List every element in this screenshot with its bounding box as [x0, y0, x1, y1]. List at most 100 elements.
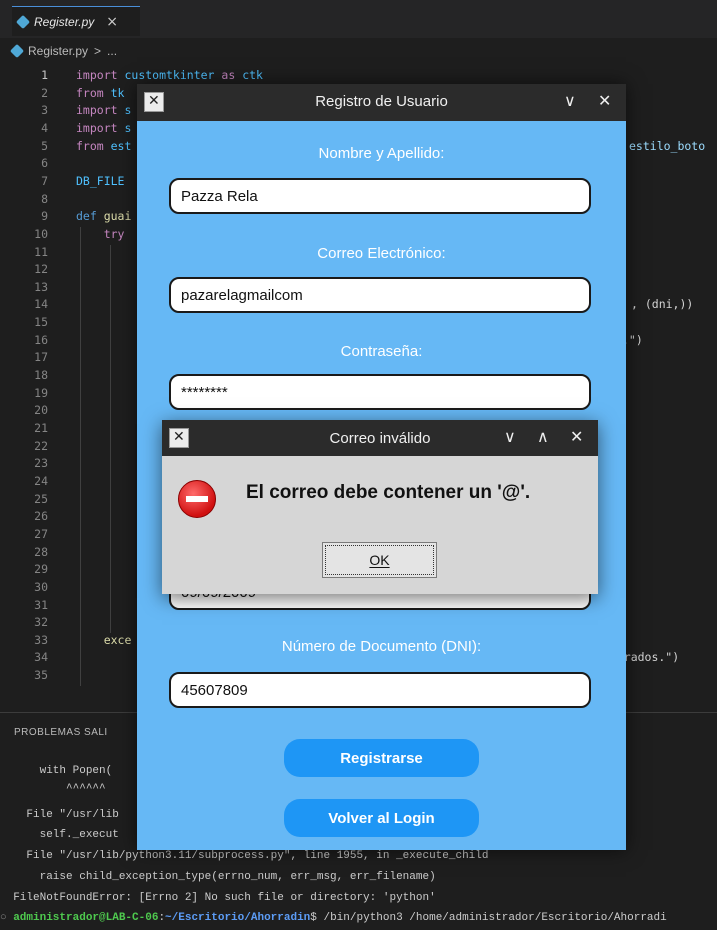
minimize-icon[interactable]: ∨ — [564, 91, 576, 110]
line-number: 8 — [41, 191, 48, 206]
password-field[interactable]: ******** — [169, 374, 591, 410]
code-token: s — [124, 120, 132, 135]
indent-guide — [80, 403, 81, 422]
register-window-title: Registro de Usuario — [315, 93, 448, 110]
line-number: 13 — [34, 279, 48, 294]
editor-tab-bar: Register.py × — [0, 0, 717, 38]
email-field[interactable]: pazarelagmailcom — [169, 277, 591, 313]
password-label: Contraseña: — [340, 343, 423, 360]
maximize-icon[interactable]: ∧ — [537, 427, 549, 446]
indent-guide — [80, 562, 81, 581]
tab-register-py[interactable]: Register.py × — [12, 6, 140, 36]
breadcrumb: Register.py > ... — [9, 43, 117, 59]
indent-guide — [110, 597, 111, 616]
line-number: 4 — [41, 120, 48, 135]
indent-guide — [110, 279, 111, 298]
dialog-title: Correo inválido — [329, 430, 431, 447]
line-number: 11 — [34, 244, 48, 259]
line-number: 32 — [34, 615, 48, 630]
python-file-icon — [15, 14, 31, 29]
code-text: DB_FILE — [76, 174, 124, 188]
code-token: import — [76, 120, 125, 135]
indent-guide — [110, 491, 111, 510]
code-token: try — [103, 226, 125, 241]
dialog-titlebar[interactable]: Correo inválido ∨ ∧ ✕ — [162, 420, 598, 456]
indent-guide — [80, 279, 81, 298]
minimize-icon[interactable]: ∨ — [504, 427, 516, 446]
breadcrumb-file[interactable]: Register.py — [28, 44, 88, 58]
indent-guide — [80, 350, 81, 369]
code-token: as — [214, 68, 243, 82]
indent-guide — [80, 579, 81, 598]
indent-guide — [110, 473, 111, 492]
line-number: 3 — [41, 103, 48, 118]
indent-guide — [110, 403, 111, 422]
indent-guide — [110, 350, 111, 369]
indent-guide — [80, 509, 81, 528]
terminal-prompt[interactable]: ○ administrador@LAB-C-06:~/Escritorio/Ah… — [0, 912, 717, 930]
line-number: 14 — [34, 297, 48, 312]
indent-guide — [110, 579, 111, 598]
code-text: exce — [76, 632, 132, 647]
indent-guide — [80, 421, 81, 439]
code-text: try — [76, 226, 125, 241]
indent-guide — [110, 262, 111, 281]
indent-guide — [80, 632, 81, 651]
terminal-line: FileNotFoundError: [Errno 2] No such fil… — [0, 892, 436, 904]
line-number: 15 — [34, 315, 48, 330]
prompt-command: $ /bin/python3 /home/administrador/Escri… — [310, 912, 667, 924]
line-number: 27 — [34, 526, 48, 541]
breadcrumb-symbol[interactable]: ... — [107, 44, 117, 58]
indent-guide — [110, 332, 111, 351]
panel-tabs[interactable]: PROBLEMAS SALI — [14, 727, 108, 738]
line-number: 29 — [34, 562, 48, 577]
code-token: tk — [110, 85, 125, 100]
indent-guide — [110, 315, 111, 334]
code-token: def — [76, 209, 104, 224]
line-number: 12 — [34, 262, 48, 277]
close-icon[interactable]: ✕ — [570, 427, 583, 446]
line-number: 24 — [34, 473, 48, 488]
indent-guide — [80, 368, 81, 387]
ok-button[interactable]: OK — [322, 542, 437, 578]
prompt-user: administrador@LAB-C-06 — [13, 912, 159, 924]
close-icon[interactable]: ✕ — [598, 91, 611, 110]
register-button[interactable]: Registrarse — [284, 739, 479, 777]
line-number: 34 — [34, 650, 48, 665]
dni-field[interactable]: 45607809 — [169, 672, 591, 708]
code-token: s — [124, 103, 132, 118]
indent-guide — [80, 332, 81, 351]
name-field[interactable]: Pazza Rela — [169, 178, 591, 214]
code-token: DB_FILE — [76, 173, 125, 188]
code-token: from — [76, 138, 111, 153]
indent-guide — [110, 421, 111, 439]
line-number: 7 — [41, 173, 48, 188]
back-to-login-button[interactable]: Volver al Login — [284, 799, 479, 837]
line-number: 23 — [34, 456, 48, 471]
code-text: import s — [76, 121, 131, 135]
code-text: import s — [76, 103, 131, 117]
indent-guide — [80, 438, 81, 457]
python-file-icon — [9, 43, 25, 59]
tab-close-icon[interactable]: × — [106, 14, 118, 30]
code-token: customtkinter — [124, 68, 215, 82]
indent-guide — [110, 244, 111, 263]
dni-label: Número de Documento (DNI): — [281, 638, 482, 655]
terminal-line: raise child_exception_type(errno_num, er… — [0, 871, 436, 883]
indent-guide — [80, 491, 81, 510]
invalid-email-dialog: Correo inválido ∨ ∧ ✕ El correo debe con… — [162, 420, 598, 594]
line-number: 31 — [34, 597, 48, 612]
prompt-path: ~/Escritorio/Ahorradin — [165, 912, 311, 924]
line-number: 16 — [34, 332, 48, 347]
code-token: exce — [103, 632, 132, 647]
line-number: 22 — [34, 438, 48, 453]
indent-guide — [80, 544, 81, 563]
indent-guide — [110, 509, 111, 528]
indent-guide — [80, 262, 81, 281]
line-number: 19 — [34, 385, 48, 400]
code-text: from est — [76, 139, 131, 153]
breadcrumb-separator: > — [94, 44, 102, 58]
name-label: Nombre y Apellido: — [318, 145, 445, 162]
register-titlebar[interactable]: Registro de Usuario ∨ ✕ — [137, 84, 626, 121]
line-number: 18 — [34, 368, 48, 383]
